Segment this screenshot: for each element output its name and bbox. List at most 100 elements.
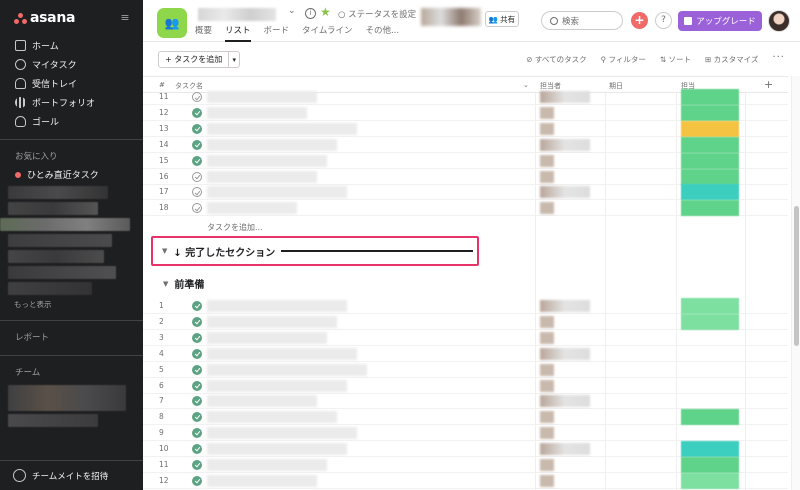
assignee-blurred[interactable] <box>540 443 590 456</box>
assignee-blurred[interactable] <box>540 331 554 344</box>
task-name-blurred[interactable] <box>207 331 327 344</box>
favorite-item[interactable]: ひとみ直近タスク <box>0 166 143 183</box>
table-row[interactable]: 15 <box>143 152 788 169</box>
table-row[interactable]: 11 <box>143 89 788 105</box>
team-label[interactable]: チーム <box>0 364 143 382</box>
table-row[interactable]: 3 <box>143 330 788 346</box>
assignee-blurred[interactable] <box>540 300 590 312</box>
task-name-blurred[interactable] <box>207 300 347 312</box>
sidebar-item-0[interactable]: ホーム <box>0 36 143 55</box>
vertical-scrollbar[interactable] <box>791 76 800 490</box>
sidebar-item-3[interactable]: ポートフォリオ <box>0 93 143 112</box>
completed-check-icon[interactable] <box>192 444 202 455</box>
table-row[interactable]: 11 <box>143 457 788 473</box>
owner-tag[interactable] <box>681 184 739 201</box>
chevron-down-icon[interactable]: ⌄ <box>523 81 529 89</box>
star-icon[interactable]: ★ <box>320 5 331 19</box>
owner-tag[interactable] <box>681 89 739 105</box>
assignee-blurred[interactable] <box>540 186 590 199</box>
completed-check-icon[interactable] <box>192 396 202 407</box>
assignee-blurred[interactable] <box>540 427 554 440</box>
set-status-button[interactable]: ○ ステータスを設定 <box>338 8 416 20</box>
completed-check-icon[interactable] <box>192 123 202 134</box>
tab-1[interactable]: リスト <box>225 24 251 42</box>
task-name-blurred[interactable] <box>207 315 337 328</box>
owner-tag[interactable] <box>681 152 739 169</box>
assignee-blurred[interactable] <box>540 154 554 167</box>
assignee-blurred[interactable] <box>540 138 590 151</box>
sidebar-item-1[interactable]: マイタスク <box>0 55 143 74</box>
collapse-sidebar-icon[interactable]: ≡ <box>117 12 133 24</box>
task-name-blurred[interactable] <box>207 138 337 151</box>
assignee-blurred[interactable] <box>540 122 554 135</box>
incomplete-check-icon[interactable] <box>192 187 202 198</box>
task-name-blurred[interactable] <box>207 474 317 487</box>
completed-section-header[interactable]: ▼ ↓ 完了したセクション <box>151 236 479 266</box>
section-header-prep[interactable]: ▼ 前準備 <box>163 276 204 292</box>
assignee-blurred[interactable] <box>540 459 554 471</box>
table-row[interactable]: 13 <box>143 120 788 137</box>
table-row[interactable]: 16 <box>143 168 788 185</box>
customize-button[interactable]: ⊞ カスタマイズ <box>705 54 758 65</box>
task-name-blurred[interactable] <box>207 459 327 471</box>
table-row[interactable]: 6 <box>143 378 788 394</box>
sort-button[interactable]: ⇅ ソート <box>660 54 691 65</box>
scrollbar-thumb[interactable] <box>794 206 799 346</box>
completed-check-icon[interactable] <box>192 364 202 375</box>
table-row[interactable]: 14 <box>143 136 788 153</box>
completed-check-icon[interactable] <box>192 332 202 343</box>
task-name-blurred[interactable] <box>207 170 317 183</box>
task-name-blurred[interactable] <box>207 91 317 103</box>
show-more-link[interactable]: もっと表示 <box>0 298 143 312</box>
completed-check-icon[interactable] <box>192 348 202 359</box>
assignee-blurred[interactable] <box>540 474 554 487</box>
owner-tag[interactable] <box>681 200 739 217</box>
reports-label[interactable]: レポート <box>0 329 143 347</box>
task-name-blurred[interactable] <box>207 443 347 456</box>
assignee-blurred[interactable] <box>540 395 590 408</box>
task-name-blurred[interactable] <box>207 347 357 360</box>
more-options-icon[interactable]: ··· <box>772 53 785 65</box>
assignee-blurred[interactable] <box>540 202 554 215</box>
task-name-blurred[interactable] <box>207 154 327 167</box>
completed-check-icon[interactable] <box>192 139 202 150</box>
table-row[interactable]: 12 <box>143 104 788 121</box>
tab-2[interactable]: ボード <box>264 24 290 42</box>
owner-tag[interactable] <box>681 120 739 137</box>
assignee-blurred[interactable] <box>540 379 554 392</box>
owner-tag[interactable] <box>681 441 739 458</box>
assignee-blurred[interactable] <box>540 315 554 328</box>
owner-tag[interactable] <box>681 104 739 121</box>
task-name-blurred[interactable] <box>207 202 297 215</box>
add-task-button[interactable]: + タスクを追加 ▾ <box>158 51 241 68</box>
incomplete-check-icon[interactable] <box>192 171 202 182</box>
assignee-blurred[interactable] <box>540 170 554 183</box>
invite-teammate-button[interactable]: チームメイトを招待 <box>0 460 143 490</box>
table-row[interactable]: 5 <box>143 362 788 378</box>
owner-tag[interactable] <box>681 457 739 473</box>
task-name-blurred[interactable] <box>207 379 347 392</box>
tab-4[interactable]: その他... <box>365 24 399 42</box>
assignee-blurred[interactable] <box>540 411 554 424</box>
task-name-blurred[interactable] <box>207 122 357 135</box>
table-row[interactable]: 8 <box>143 409 788 426</box>
incomplete-check-icon[interactable] <box>192 203 202 214</box>
owner-tag[interactable] <box>681 313 739 330</box>
assignee-blurred[interactable] <box>540 347 590 360</box>
task-name-blurred[interactable] <box>207 186 347 199</box>
table-row[interactable]: 2 <box>143 313 788 330</box>
chevron-down-icon[interactable]: ⌄ <box>288 6 296 16</box>
owner-tag[interactable] <box>681 136 739 153</box>
upgrade-button[interactable]: アップグレード <box>678 11 762 31</box>
collapse-triangle-icon[interactable]: ▼ <box>163 280 168 288</box>
info-icon[interactable]: i <box>305 8 316 19</box>
incomplete-check-icon[interactable] <box>192 92 202 102</box>
chevron-down-icon[interactable]: ▾ <box>229 56 239 64</box>
table-row[interactable]: 12 <box>143 472 788 489</box>
sidebar-item-2[interactable]: 受信トレイ <box>0 74 143 93</box>
task-name-blurred[interactable] <box>207 395 317 408</box>
completed-check-icon[interactable] <box>192 428 202 439</box>
completed-check-icon[interactable] <box>192 301 202 311</box>
tab-0[interactable]: 概要 <box>195 24 212 42</box>
owner-tag[interactable] <box>681 472 739 489</box>
